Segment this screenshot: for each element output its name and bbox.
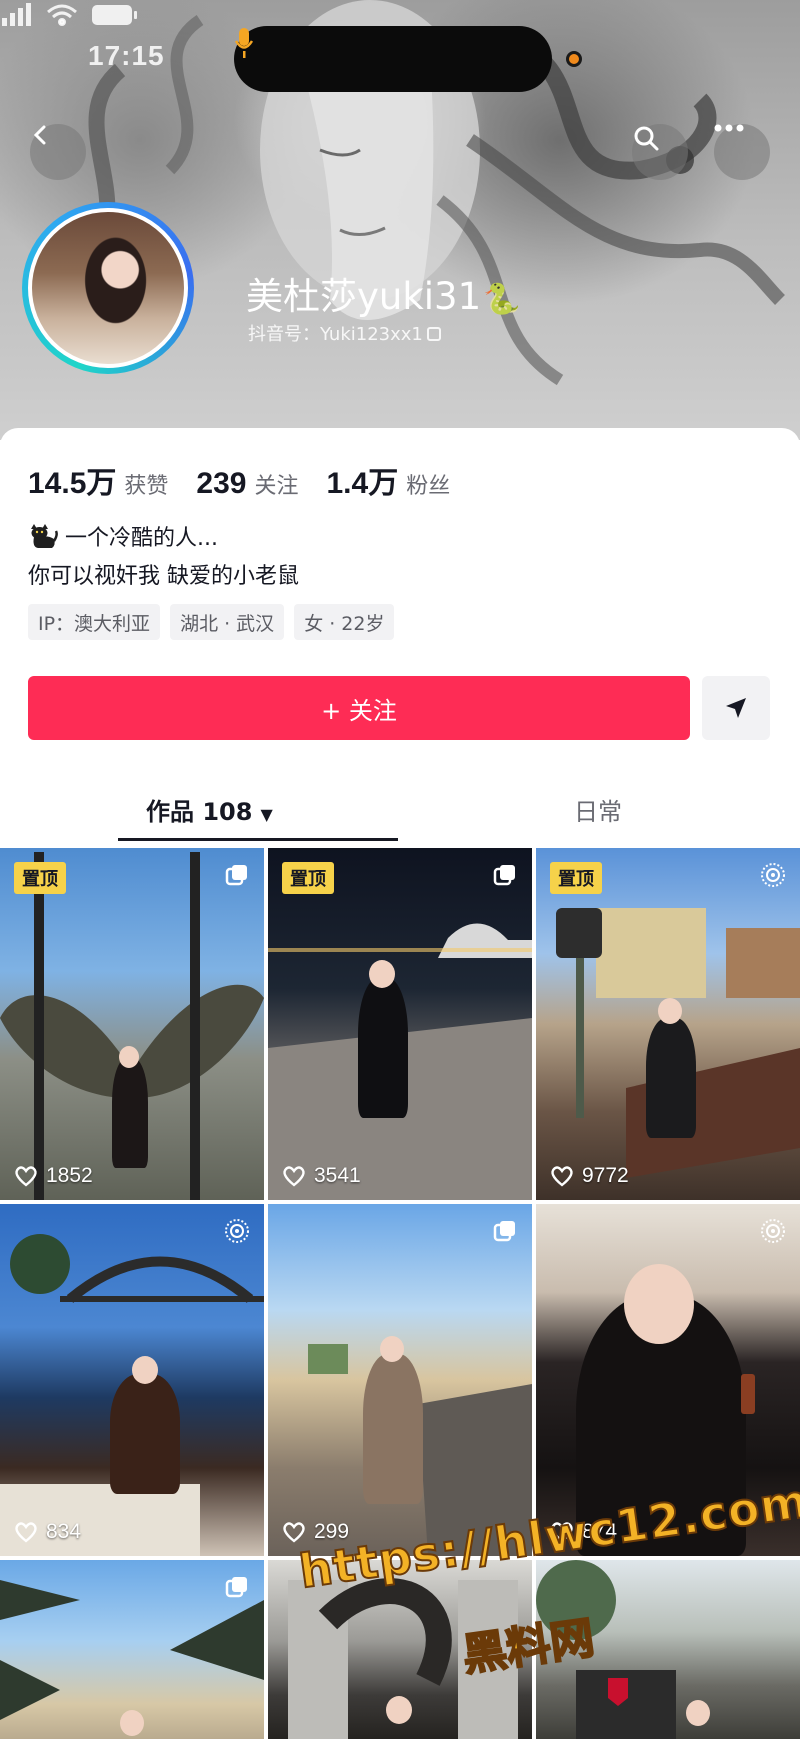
active-tab-indicator bbox=[118, 838, 398, 841]
like-count-text: 834 bbox=[46, 1520, 82, 1543]
dynamic-island bbox=[234, 26, 552, 92]
video-thumbnail-3[interactable]: 置顶 9772 bbox=[536, 848, 800, 1200]
black-cat-icon bbox=[31, 524, 58, 548]
stat-value: 239 bbox=[196, 467, 247, 500]
heart-icon bbox=[283, 1166, 305, 1187]
snake-emoji-icon: 🐍 bbox=[483, 282, 521, 317]
stat-label: 粉丝 bbox=[406, 474, 451, 499]
person-figure bbox=[112, 1058, 148, 1168]
stats-row: 14.5万 获赞 239 关注 1.4万 粉丝 bbox=[28, 458, 478, 502]
dropdown-arrow-icon: ▼ bbox=[260, 805, 273, 824]
multi-image-icon bbox=[225, 1577, 247, 1598]
video-thumbnail-5[interactable]: 299 bbox=[268, 1204, 532, 1556]
tab-works-label: 作品 108 bbox=[146, 798, 253, 826]
like-count: 834 bbox=[14, 1520, 81, 1544]
multi-image-icon bbox=[493, 1221, 515, 1242]
tag-gender-age: 女 · 22岁 bbox=[294, 604, 395, 640]
video-thumbnail-7[interactable] bbox=[0, 1560, 264, 1739]
signal-icon bbox=[2, 3, 31, 26]
like-count-text: 9772 bbox=[582, 1164, 629, 1187]
like-count-text: 1852 bbox=[46, 1164, 93, 1187]
stat-label: 关注 bbox=[254, 474, 299, 499]
more-button[interactable] bbox=[714, 124, 770, 180]
tab-daily[interactable]: 日常 bbox=[574, 792, 622, 827]
video-thumbnail-2[interactable]: 置顶 3541 bbox=[268, 848, 532, 1200]
stat-likes[interactable]: 14.5万 获赞 bbox=[28, 458, 168, 502]
person-face bbox=[132, 1356, 158, 1384]
person-figure bbox=[363, 1354, 423, 1504]
tag-ip: IP：澳大利亚 bbox=[28, 604, 161, 640]
person-figure bbox=[646, 1018, 696, 1138]
like-count-text: 3541 bbox=[314, 1164, 361, 1187]
pinned-badge: 置顶 bbox=[14, 862, 66, 894]
avatar bbox=[28, 208, 188, 368]
person-face bbox=[386, 1696, 412, 1724]
battery-icon bbox=[92, 5, 137, 25]
person-figure bbox=[110, 1374, 180, 1494]
person-face bbox=[119, 1046, 139, 1068]
search-button[interactable] bbox=[632, 124, 688, 180]
profile-tags: IP：澳大利亚 湖北 · 武汉 女 · 22岁 bbox=[28, 604, 404, 640]
status-time: 17:15 bbox=[88, 40, 165, 71]
content-tabs: 作品 108 ▼ 日常 bbox=[0, 778, 800, 841]
person-face bbox=[686, 1700, 710, 1726]
like-count: 9772 bbox=[550, 1164, 629, 1188]
heart-icon bbox=[283, 1522, 305, 1543]
tag-location: 湖北 · 武汉 bbox=[170, 604, 285, 640]
person-figure bbox=[358, 978, 408, 1118]
multi-image-icon bbox=[493, 865, 515, 886]
follow-button[interactable]: + 关注 bbox=[28, 676, 690, 740]
stat-label: 获赞 bbox=[124, 474, 169, 499]
stat-following[interactable]: 239 关注 bbox=[196, 467, 298, 501]
video-grid: 置顶 1852 置顶 3541 置顶 9772 834 299 874 bbox=[0, 848, 800, 1739]
heart-icon bbox=[15, 1522, 37, 1543]
like-count: 3541 bbox=[282, 1164, 361, 1188]
pinned-badge: 置顶 bbox=[550, 862, 602, 894]
more-dots-icon bbox=[714, 124, 744, 132]
live-photo-icon bbox=[225, 1219, 249, 1243]
bio: 一个冷酷的人... 你可以视奸我 缺爱的小老鼠 bbox=[28, 520, 299, 596]
stat-value: 14.5万 bbox=[28, 467, 117, 500]
heart-icon bbox=[15, 1166, 37, 1187]
video-thumbnail-1[interactable]: 置顶 1852 bbox=[0, 848, 264, 1200]
douyin-id-text: 抖音号：Yuki123xx1 bbox=[248, 324, 423, 345]
video-thumbnail-4[interactable]: 834 bbox=[0, 1204, 264, 1556]
stat-value: 1.4万 bbox=[326, 467, 399, 500]
person-face bbox=[369, 960, 395, 988]
profile-banner: 17:15 美杜莎yuki31🐍 抖音号：Yuki123xx1 bbox=[0, 0, 800, 440]
like-count: 1852 bbox=[14, 1164, 93, 1188]
person-face bbox=[624, 1264, 694, 1344]
heart-icon bbox=[551, 1166, 573, 1187]
bio-line-1: 一个冷酷的人... bbox=[28, 520, 299, 558]
recording-dot-icon bbox=[566, 51, 582, 67]
chevron-left-icon bbox=[33, 125, 46, 145]
status-icons bbox=[2, 3, 137, 26]
profile-card: 14.5万 获赞 239 关注 1.4万 粉丝 一个冷酷的人... 你可以视奸我… bbox=[0, 428, 800, 848]
microphone-icon bbox=[234, 28, 254, 58]
back-button[interactable] bbox=[30, 124, 86, 180]
copy-icon bbox=[426, 327, 441, 341]
search-icon bbox=[634, 126, 659, 151]
lipstick-item bbox=[741, 1374, 755, 1414]
wifi-icon bbox=[47, 4, 77, 26]
multi-image-icon bbox=[225, 865, 247, 886]
live-photo-icon bbox=[761, 863, 785, 887]
person-face bbox=[380, 1336, 404, 1362]
live-photo-icon bbox=[761, 1219, 785, 1243]
display-name: 美杜莎yuki31🐍 bbox=[246, 266, 521, 320]
display-name-text: 美杜莎yuki31 bbox=[246, 275, 482, 318]
tab-works[interactable]: 作品 108 ▼ bbox=[146, 792, 273, 827]
person-face bbox=[120, 1710, 144, 1736]
share-button[interactable] bbox=[702, 676, 770, 740]
bio-text-2: 你可以视奸我 缺爱的小老鼠 bbox=[28, 564, 299, 589]
bio-text-1: 一个冷酷的人... bbox=[65, 526, 218, 551]
avatar-story-ring[interactable] bbox=[22, 202, 194, 374]
pinned-badge: 置顶 bbox=[282, 862, 334, 894]
douyin-id[interactable]: 抖音号：Yuki123xx1 bbox=[248, 320, 441, 346]
send-arrow-icon bbox=[726, 698, 746, 718]
stat-followers[interactable]: 1.4万 粉丝 bbox=[326, 458, 450, 502]
person-face bbox=[658, 998, 682, 1024]
